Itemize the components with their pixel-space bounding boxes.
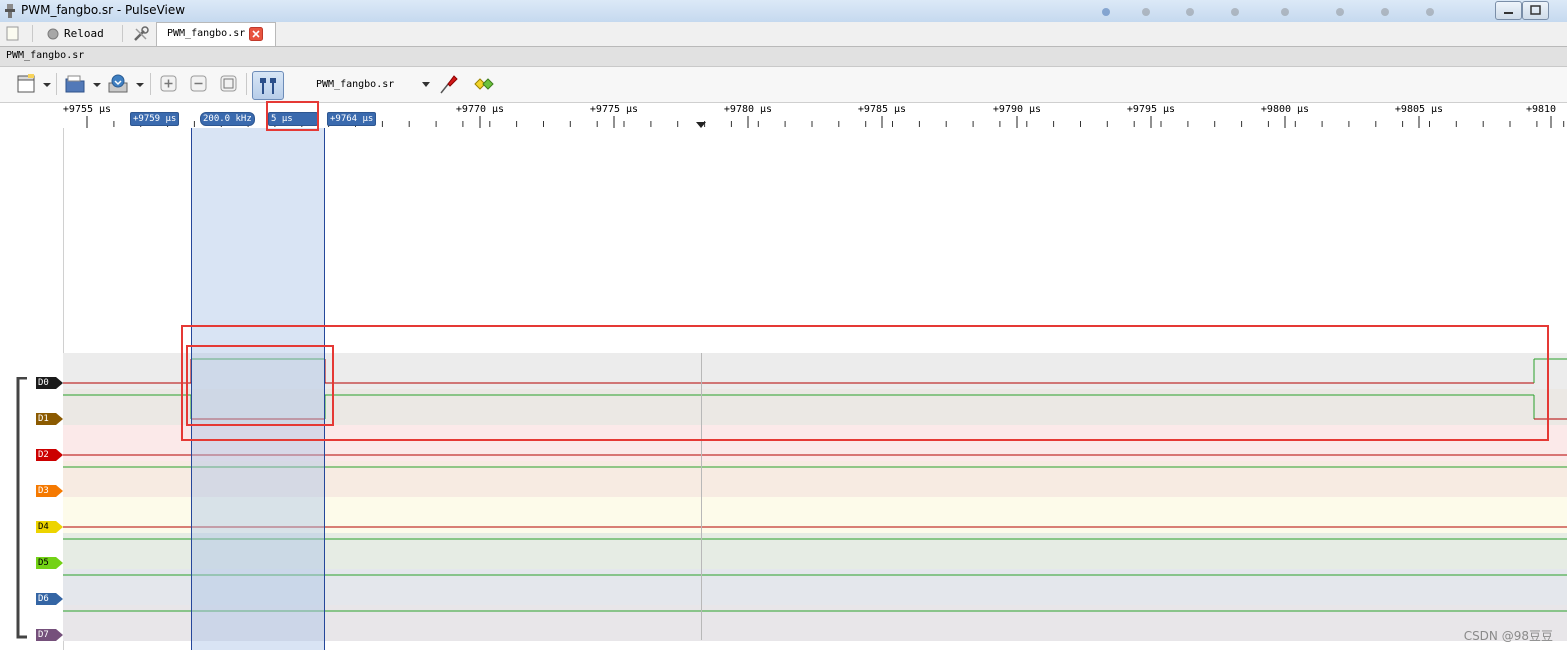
ruler-tick-label: +9790 µs [992,104,1042,115]
restore-button[interactable] [1522,1,1549,20]
channel-label-d4[interactable]: D4 [36,521,63,533]
separator [32,25,33,42]
channel-label-d0[interactable]: D0 [36,377,63,389]
session-name: PWM_fangbo.sr [6,50,85,61]
channel-label-d1[interactable]: D1 [36,413,63,425]
chevron-down-icon[interactable] [42,82,52,88]
annotation-box-signals [181,325,1549,441]
close-tab-icon[interactable] [249,27,263,41]
annotation-box-period [266,101,319,131]
separator [122,25,123,42]
session-header: PWM_fangbo.sr [0,47,1567,67]
separator [246,73,247,95]
settings-button[interactable] [132,22,150,45]
new-session-button[interactable] [16,73,38,95]
cursor-frequency-flag: 200.0 kHz [200,112,255,126]
channel-label-d5[interactable]: D5 [36,557,63,569]
tools-icon [134,25,149,41]
restore-icon [1530,5,1541,15]
titlebar-decorative-icons [1102,8,1434,16]
zoom-out-button[interactable] [188,73,210,95]
zoom-fit-button[interactable] [218,73,240,95]
channel-label-d2[interactable]: D2 [36,449,63,461]
channels-icon [474,78,494,90]
ruler-tick-label: +9755 µs [62,104,112,115]
zoom-in-icon [160,75,177,92]
title-bar: PWM_fangbo.sr - PulseView [0,0,1567,23]
cursor-pair-icon [260,78,276,94]
open-file-button[interactable] [64,73,86,95]
annotation-box-pulse [186,345,334,426]
channel-label-d7[interactable]: D7 [36,629,63,641]
device-selector-value: PWM_fangbo.sr [316,79,395,90]
watermark: CSDN @98豆豆 [1463,629,1553,643]
channel-label-d6[interactable]: D6 [36,593,63,605]
ruler-tick-label: +9785 µs [857,104,907,115]
chevron-down-icon[interactable] [92,82,102,88]
tab-pwm-fangbo[interactable]: PWM_fangbo.sr [156,22,276,46]
minimize-icon [1504,12,1513,14]
pulseview-app-icon [5,4,15,18]
probe-icon [440,75,458,94]
reload-label: Reload [64,27,104,40]
window-title: PWM_fangbo.sr - PulseView [21,3,186,17]
configure-channels-button[interactable] [473,73,495,95]
folder-icon [65,75,85,93]
separator [56,73,57,95]
device-selector[interactable]: PWM_fangbo.sr [312,76,434,94]
save-icon [108,74,128,93]
cursor-frequency-label: 200.0 kHz [203,114,252,124]
chevron-down-icon [422,82,430,87]
cursor-a-flag[interactable]: +9759 µs [130,112,180,126]
reload-icon [47,28,59,39]
minimize-button[interactable] [1495,1,1522,20]
ruler-tick-label: +9770 µs [455,104,505,115]
file-tab-label: PWM_fangbo.sr [167,28,246,39]
zoom-out-icon [190,75,207,92]
main-toolbar: PWM_fangbo.sr [0,67,1567,103]
ruler-tick-label: +9780 µs [723,104,773,115]
configure-device-button[interactable] [437,73,459,95]
zoom-in-button[interactable] [158,73,180,95]
new-document-icon [6,26,19,40]
ruler-tick-label: +9775 µs [589,104,639,115]
channel-group-bracket [16,377,27,639]
cursor-b-label: +9764 µs [330,114,374,124]
show-cursors-button[interactable] [252,71,284,100]
channel-label-d3[interactable]: D3 [36,485,63,497]
new-view-button[interactable] [6,22,20,45]
cursor-b-flag[interactable]: +9764 µs [327,112,377,126]
ruler-tick-label: +9795 µs [1126,104,1176,115]
chevron-down-icon[interactable] [135,82,145,88]
main-tab-bar: Reload PWM_fangbo.sr [0,22,1567,47]
ruler-tick-label: +9810 [1525,104,1557,115]
ruler-tick-label: +9805 µs [1394,104,1444,115]
channel-header-pane: D0 D1 D2 D3 D4 D5 D6 D7 [0,103,64,650]
save-file-button[interactable] [107,73,129,95]
zoom-fit-icon [220,75,237,92]
reload-button[interactable]: Reload [46,22,104,45]
ruler-tick-label: +9800 µs [1260,104,1310,115]
new-session-icon [17,74,35,93]
cursor-a-label: +9759 µs [133,114,177,124]
separator [150,73,151,95]
